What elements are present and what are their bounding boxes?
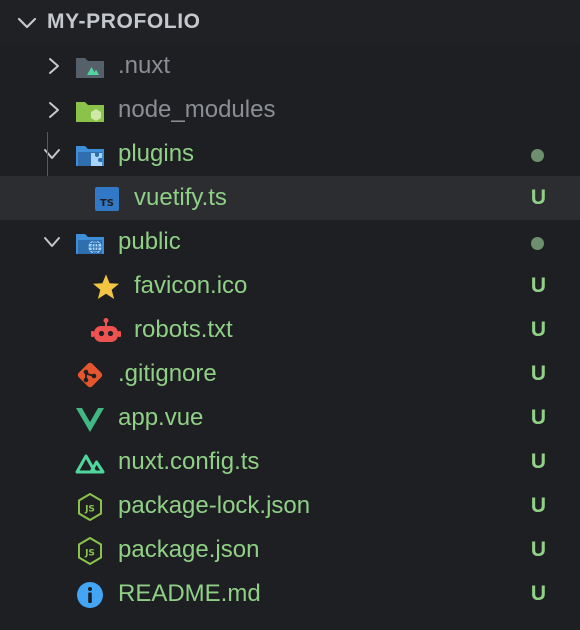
svg-text:JS: JS (84, 549, 95, 559)
modified-dot-indicator (531, 149, 544, 162)
tree-item-label: README.md (118, 580, 261, 607)
file-tree: .nuxt node_modules plugins TS vuetify.ts… (0, 44, 580, 616)
plugins-folder-icon (76, 146, 104, 166)
vue-icon (76, 408, 104, 432)
modified-dot-indicator (531, 237, 544, 250)
chevron-down-icon (17, 17, 37, 29)
tree-item-label: plugins (118, 140, 195, 167)
indent-guide (47, 132, 48, 176)
tree-item-favicon-ico[interactable]: favicon.ico U (0, 264, 580, 308)
tree-item-package-json[interactable]: JS package.json U (0, 528, 580, 572)
tree-item-gitignore[interactable]: .gitignore U (0, 352, 580, 396)
git-status-badge: U (530, 582, 546, 605)
git-status-badge: U (530, 274, 546, 297)
tree-item-label: favicon.ico (134, 272, 248, 299)
tree-item-package-lock-json[interactable]: JS package-lock.json U (0, 484, 580, 528)
git-status-badge: U (530, 494, 546, 517)
tree-item-nuxt-folder[interactable]: .nuxt (0, 44, 580, 88)
git-status-badge: U (530, 450, 546, 473)
git-status-badge: U (530, 318, 546, 341)
typescript-icon: TS (95, 187, 119, 211)
tree-item-label: package-lock.json (118, 492, 311, 519)
file-explorer: MY-PROFOLIO .nuxt node_modules plugins T… (0, 0, 580, 630)
svg-text:JS: JS (84, 505, 95, 515)
workspace-title: MY-PROFOLIO (47, 10, 201, 33)
nuxt-folder-icon (76, 58, 104, 78)
tree-item-label: .gitignore (118, 360, 217, 387)
tree-item-readme-md[interactable]: README.md U (0, 572, 580, 616)
tree-item-node-modules-folder[interactable]: node_modules (0, 88, 580, 132)
chevron-right-icon (49, 102, 59, 118)
git-status-badge: U (530, 538, 546, 561)
svg-text:TS: TS (100, 198, 114, 209)
nuxt-icon (75, 454, 105, 474)
git-status-badge: U (530, 406, 546, 429)
tree-item-label: app.vue (118, 404, 204, 431)
json-icon: JS (78, 537, 102, 565)
tree-item-app-vue[interactable]: app.vue U (0, 396, 580, 440)
chevron-down-icon (44, 237, 60, 247)
git-status-badge: U (530, 186, 546, 209)
tree-item-public-folder[interactable]: public (0, 220, 580, 264)
tree-item-label: robots.txt (134, 316, 233, 343)
node-folder-icon (76, 102, 104, 122)
public-folder-icon (76, 234, 104, 255)
tree-item-label: node_modules (118, 96, 276, 123)
tree-item-plugins-folder[interactable]: plugins (0, 132, 580, 176)
chevron-right-icon (49, 58, 59, 74)
chevron-down-icon (44, 149, 60, 159)
tree-item-label: nuxt.config.ts (118, 448, 260, 475)
git-icon (77, 362, 103, 388)
star-icon (93, 274, 119, 299)
tree-item-nuxt-config-ts[interactable]: nuxt.config.ts U (0, 440, 580, 484)
tree-item-label: package.json (118, 536, 260, 563)
tree-item-vuetify-ts[interactable]: TS vuetify.ts U (0, 176, 580, 220)
tree-item-label: .nuxt (118, 52, 171, 79)
tree-item-label: vuetify.ts (134, 184, 227, 211)
git-status-badge: U (530, 362, 546, 385)
tree-item-label: public (118, 228, 181, 255)
robot-icon (91, 318, 121, 342)
tree-item-robots-txt[interactable]: robots.txt U (0, 308, 580, 352)
json-icon: JS (78, 493, 102, 521)
info-icon (77, 582, 103, 608)
explorer-section-header[interactable]: MY-PROFOLIO (0, 0, 580, 44)
